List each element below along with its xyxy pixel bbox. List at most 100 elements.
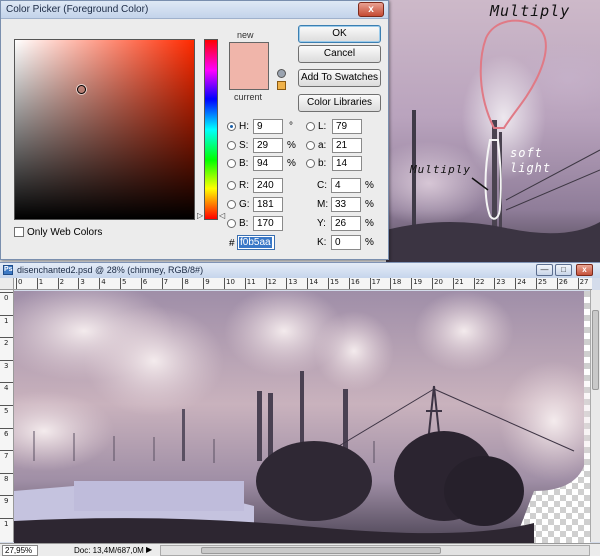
- radio-l[interactable]: [306, 122, 315, 131]
- input-y[interactable]: 26: [331, 216, 361, 231]
- input-l[interactable]: 79: [332, 119, 362, 134]
- ruler-top-tick: [577, 278, 579, 289]
- status-bar: 27,95% Doc: 13,4M/687,0M ▶: [0, 543, 600, 556]
- input-b[interactable]: 14: [332, 156, 362, 171]
- ruler-left-tick: [0, 427, 13, 429]
- ruler-top-tick: [203, 278, 205, 289]
- ruler-top-label: 2: [59, 278, 65, 286]
- reference-painting: Multiply Multiply soft light: [386, 0, 600, 262]
- ruler-top-tick: [16, 278, 17, 289]
- dialog-title: Color Picker (Foreground Color): [6, 4, 149, 15]
- ruler-top-label: 10: [226, 278, 235, 286]
- ruler-top-label: 5: [122, 278, 127, 286]
- websafe-cube-icon[interactable]: [277, 81, 286, 90]
- input-brightness[interactable]: 94: [253, 156, 283, 171]
- status-menu-arrow-icon[interactable]: ▶: [146, 545, 152, 554]
- input-g[interactable]: 181: [253, 197, 283, 212]
- ruler-top-tick: [515, 278, 517, 289]
- new-color-swatch: [229, 42, 269, 66]
- ruler-top-tick: [265, 278, 267, 289]
- document-title: disenchanted2.psd @ 28% (chimney, RGB/8#…: [17, 265, 204, 275]
- document-canvas[interactable]: [14, 291, 590, 543]
- hue-slider-right-arrow-icon[interactable]: ◁: [219, 211, 225, 220]
- annotation-multiply-top: Multiply: [490, 2, 571, 20]
- label-h: H:: [239, 121, 249, 132]
- radio-a[interactable]: [306, 141, 315, 150]
- horizontal-scrollbar[interactable]: [160, 545, 590, 556]
- ruler-left-tick: [0, 337, 13, 339]
- cancel-button[interactable]: Cancel: [298, 45, 381, 63]
- ruler-top-tick: [369, 278, 371, 289]
- ruler-top-label: 20: [434, 278, 443, 286]
- input-c[interactable]: 4: [331, 178, 361, 193]
- radio-brightness[interactable]: [227, 159, 236, 168]
- ruler-top-tick: [411, 278, 413, 289]
- input-m[interactable]: 33: [331, 197, 361, 212]
- ruler-left-label: 9: [4, 497, 9, 506]
- document-close-button[interactable]: x: [576, 264, 593, 276]
- ruler-left-tick: [0, 518, 13, 519]
- hue-slider[interactable]: [204, 39, 218, 220]
- ruler-top-tick: [452, 278, 454, 289]
- color-field-cursor-icon[interactable]: [77, 85, 86, 94]
- radio-s[interactable]: [227, 141, 236, 150]
- vertical-scrollbar[interactable]: [590, 290, 600, 542]
- ruler-top-tick: [494, 278, 496, 289]
- input-r[interactable]: 240: [253, 178, 283, 193]
- ruler-top-label: 0: [18, 278, 23, 286]
- ruler-top-label: 18: [392, 278, 402, 286]
- ruler-top-label: 15: [330, 278, 339, 286]
- vertical-scroll-thumb[interactable]: [592, 310, 599, 390]
- document-titlebar[interactable]: Ps disenchanted2.psd @ 28% (chimney, RGB…: [0, 263, 600, 278]
- maximize-button[interactable]: □: [555, 264, 572, 276]
- ruler-top-tick: [120, 278, 121, 289]
- radio-b[interactable]: [306, 159, 315, 168]
- ruler-top-label: 24: [517, 278, 527, 286]
- dialog-close-button[interactable]: x: [358, 2, 384, 17]
- only-web-colors-checkbox[interactable]: [14, 227, 24, 237]
- input-h[interactable]: 9: [253, 119, 283, 134]
- hex-value: f0b5aa: [239, 237, 272, 248]
- hex-input[interactable]: f0b5aa: [237, 235, 275, 250]
- new-color-label: new: [237, 30, 254, 40]
- radio-r[interactable]: [227, 181, 236, 190]
- color-picker-dialog: Color Picker (Foreground Color) x ▷ ◁ ne…: [0, 0, 389, 260]
- input-a[interactable]: 21: [332, 138, 362, 153]
- ruler-top-label: 26: [558, 278, 568, 286]
- ruler-horizontal[interactable]: 0 1 2 3 4 5 6 7 8 9 10 11 12 13 14 15 16 17 18 19 20 21 22 23 24…: [14, 278, 592, 290]
- radio-h[interactable]: [227, 122, 236, 131]
- ruler-left-tick: [0, 495, 13, 497]
- ruler-top-label: 19: [413, 278, 423, 286]
- ruler-top-tick: [536, 278, 537, 289]
- add-to-swatches-button[interactable]: Add To Swatches: [298, 69, 381, 87]
- horizontal-scroll-thumb[interactable]: [201, 547, 441, 554]
- unit-y: %: [365, 218, 374, 229]
- color-libraries-button[interactable]: Color Libraries: [298, 94, 381, 112]
- label-k: K:: [317, 237, 327, 248]
- ruler-top-tick: [328, 278, 329, 289]
- input-k[interactable]: 0: [331, 235, 361, 250]
- current-color-swatch[interactable]: [229, 66, 269, 90]
- radio-g[interactable]: [227, 200, 236, 209]
- color-field[interactable]: [14, 39, 195, 220]
- minimize-button[interactable]: —: [536, 264, 553, 276]
- ok-button[interactable]: OK: [298, 25, 381, 43]
- ruler-left-label: 5: [4, 407, 9, 415]
- ruler-top-label: 27: [579, 278, 589, 286]
- unit-brightness: %: [287, 158, 296, 169]
- ruler-top-label: 25: [538, 278, 547, 286]
- input-blue[interactable]: 170: [253, 216, 283, 231]
- current-color-label: current: [234, 92, 263, 102]
- ruler-top-tick: [473, 278, 475, 289]
- hue-slider-left-arrow-icon[interactable]: ▷: [197, 211, 203, 220]
- document-window: Ps disenchanted2.psd @ 28% (chimney, RGB…: [0, 262, 600, 556]
- input-s[interactable]: 29: [253, 138, 283, 153]
- radio-blue[interactable]: [227, 219, 236, 228]
- dialog-titlebar[interactable]: Color Picker (Foreground Color) x: [1, 1, 388, 19]
- label-g: G:: [239, 199, 250, 210]
- gamut-warning-icon[interactable]: [277, 69, 286, 78]
- ruler-left-tick: [0, 450, 13, 452]
- ruler-vertical[interactable]: 0 1 2 3 4 5 6 7 8 9 1: [0, 290, 14, 542]
- ruler-origin[interactable]: [0, 278, 14, 290]
- zoom-field[interactable]: 27,95%: [2, 545, 38, 556]
